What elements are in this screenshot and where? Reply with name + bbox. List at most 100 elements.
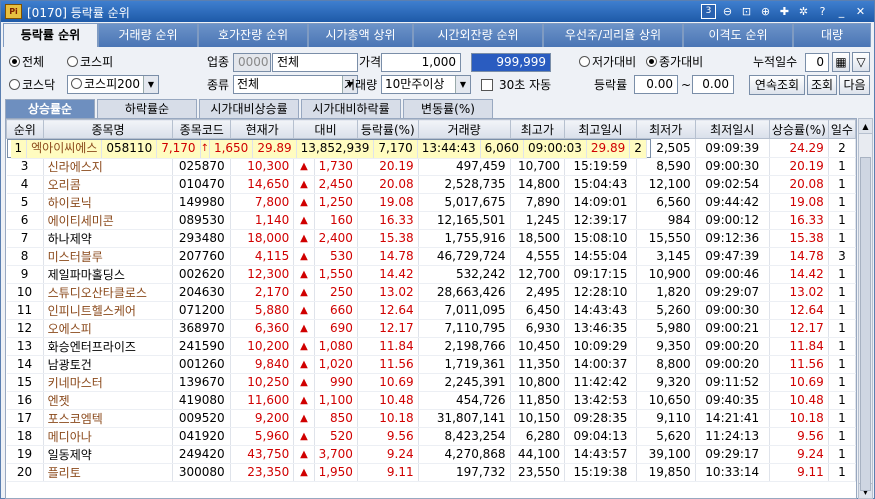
table-row[interactable]: 9 제일파마홀딩스 002620 12,300 ▲ 1,550 14.42 532,242 12… xyxy=(6,265,856,284)
column-header[interactable]: 종목명 xyxy=(42,119,174,139)
table-cell: 12.64 xyxy=(769,301,829,320)
sector-name-input[interactable]: 전체 xyxy=(272,53,358,72)
column-header[interactable]: 등락률(%) xyxy=(356,119,419,139)
table-cell: ▲ xyxy=(293,301,315,320)
table-row[interactable]: 19 일동제약 249420 43,750 ▲ 3,700 9.24 4,270,868 44,… xyxy=(6,445,856,464)
table-cell: 11,350 xyxy=(510,355,566,374)
tab-after-hours[interactable]: 시간외잔량 순위 xyxy=(413,23,543,47)
volume-select[interactable]: 10만주이상 ▼ xyxy=(381,75,471,94)
column-header[interactable]: 최고일시 xyxy=(564,119,637,139)
table-cell: 4,555 xyxy=(510,247,566,266)
column-header[interactable]: 상승률(%) xyxy=(768,119,829,139)
table-cell: 241590 xyxy=(172,337,232,356)
kind-select[interactable]: 전체 ▼ xyxy=(233,75,358,94)
search-button[interactable]: 조회 xyxy=(807,75,837,95)
column-header[interactable]: 종목코드 xyxy=(172,119,232,139)
table-cell: 041920 xyxy=(172,427,232,446)
tab-rate-rank[interactable]: 등락률 순위 xyxy=(3,23,98,47)
next-button[interactable]: 다음 xyxy=(839,75,870,95)
scroll-thumb[interactable] xyxy=(860,157,871,491)
tab-bulk[interactable]: 대량 xyxy=(793,23,871,47)
table-cell: 10,200 xyxy=(230,337,295,356)
table-cell: 7,011,095 xyxy=(418,301,511,320)
auto-refresh-checkbox[interactable]: 30초 자동 xyxy=(481,76,551,94)
table-row[interactable]: 1 엑아이씨에스 058110 7,170 ↑ 1,650 29.89 13,852,939 7… xyxy=(6,139,651,159)
rate-from-input[interactable]: 0.00 xyxy=(634,75,678,94)
fit-icon[interactable]: ⊡ xyxy=(739,4,754,19)
table-cell: 1,730 xyxy=(314,157,358,176)
table-cell: 10,650 xyxy=(636,391,696,410)
continuous-search-button[interactable]: 연속조회 xyxy=(749,75,805,95)
table-cell: 3,700 xyxy=(314,445,358,464)
table-cell: 18,000 xyxy=(230,229,295,248)
tab-disparity[interactable]: 이격도 순위 xyxy=(683,23,793,47)
pin-icon[interactable]: ✚ xyxy=(777,4,792,19)
radio-kospi[interactable]: 코스피 xyxy=(67,53,113,71)
help-icon[interactable]: ? xyxy=(815,4,830,19)
tab-order-rank[interactable]: 호가잔량 순위 xyxy=(198,23,308,47)
minimize-icon[interactable]: _ xyxy=(834,4,849,19)
kospi200-select[interactable]: 코스피200 ▼ xyxy=(67,75,159,94)
scroll-up-icon[interactable]: ▲ xyxy=(859,119,872,134)
zoom-in-icon[interactable]: ⊕ xyxy=(758,4,773,19)
table-row[interactable]: 20 플리토 300080 23,350 ▲ 1,950 9.11 197,732 23,550… xyxy=(6,463,856,482)
table-cell: 2,450 xyxy=(314,175,358,194)
table-row[interactable]: 17 포스코엠텍 009520 9,200 ▲ 850 10.18 31,807,141 10,… xyxy=(6,409,856,428)
tab-preferred[interactable]: 우선주/괴리율 상위 xyxy=(543,23,683,47)
table-row[interactable]: 11 인피니트헬스케어 071200 5,880 ▲ 660 12.64 7,011,095 6… xyxy=(6,301,856,320)
table-row[interactable]: 6 에이티세미콘 089530 1,140 ▲ 160 16.33 12,165,501 1,2… xyxy=(6,211,856,230)
table-row[interactable]: 16 엔젯 419080 11,600 ▲ 1,100 10.48 454,726 11,850… xyxy=(6,391,856,410)
table-row[interactable]: 15 키네마스터 139670 10,250 ▲ 990 10.69 2,245,391 10,… xyxy=(6,373,856,392)
subtab-open-rise[interactable]: 시가대비상승률 xyxy=(199,99,299,118)
table-row[interactable]: 7 하나제약 293480 18,000 ▲ 2,400 15.38 1,755,916 18,… xyxy=(6,229,856,248)
subtab-volatility[interactable]: 변동률(%) xyxy=(403,99,493,118)
tab-volume-rank[interactable]: 거래량 순위 xyxy=(98,23,198,47)
days-input[interactable]: 0 xyxy=(805,53,829,72)
table-cell: 1,650 xyxy=(209,140,254,159)
price-from-input[interactable]: 1,000 xyxy=(381,53,461,72)
price-to-input[interactable]: 999,999 xyxy=(471,53,551,72)
column-header[interactable]: 최고가 xyxy=(509,119,566,139)
table-cell: 12,165,501 xyxy=(418,211,511,230)
radio-all[interactable]: 전체 xyxy=(9,53,44,71)
table-cell: 984 xyxy=(636,211,696,230)
tab-market-cap[interactable]: 시가총액 상위 xyxy=(308,23,413,47)
calendar-icon[interactable]: ▦ xyxy=(832,52,850,72)
screen-number-button[interactable]: 3 xyxy=(701,4,716,19)
column-header[interactable]: 일수 xyxy=(827,119,856,139)
subtab-open-fall[interactable]: 시가대비하락률 xyxy=(301,99,401,118)
table-row[interactable]: 4 오리콤 010470 14,650 ▲ 2,450 20.08 2,528,735 14,8… xyxy=(6,175,856,194)
column-header[interactable]: 최저일시 xyxy=(694,119,770,139)
zoom-out-icon[interactable]: ⊖ xyxy=(720,4,735,19)
radio-kosdaq[interactable]: 코스닥 xyxy=(9,76,55,94)
subtab-rise-rate[interactable]: 상승률순 xyxy=(5,99,95,118)
table-row[interactable]: 14 남광토건 001260 9,840 ▲ 1,020 11.56 1,719,361 11,… xyxy=(6,355,856,374)
subtab-fall-rate[interactable]: 하락률순 xyxy=(97,99,197,118)
filter-icon[interactable]: ▽ xyxy=(852,52,870,72)
table-cell: 1 xyxy=(828,157,856,176)
radio-close-basis[interactable]: 종가대비 xyxy=(646,53,703,71)
table-cell: 09:00:20 xyxy=(695,355,770,374)
close-icon[interactable]: ✕ xyxy=(853,4,868,19)
table-row[interactable]: 18 메디아나 041920 5,960 ▲ 520 9.56 8,423,254 6,280 0… xyxy=(6,427,856,446)
table-row[interactable]: 12 오에스피 368970 6,360 ▲ 690 12.17 7,110,795 6,930… xyxy=(6,319,856,338)
sector-code-input[interactable]: 0000 xyxy=(233,53,271,72)
column-header[interactable]: 최저가 xyxy=(635,119,696,139)
vertical-scrollbar[interactable]: ▲ ▼ xyxy=(858,118,873,499)
column-header[interactable]: 대비 xyxy=(293,119,358,139)
column-header[interactable]: 거래량 xyxy=(417,119,511,139)
table-row[interactable]: 5 하이로닉 149980 7,800 ▲ 1,250 19.08 5,017,675 7,89… xyxy=(6,193,856,212)
column-header[interactable]: 현재가 xyxy=(230,119,295,139)
radio-low-basis[interactable]: 저가대비 xyxy=(579,53,636,71)
table-row[interactable]: 10 스튜디오산타클로스 204630 2,170 ▲ 250 13.02 28,663,42… xyxy=(6,283,856,302)
rate-to-input[interactable]: 0.00 xyxy=(692,75,734,94)
table-cell: 9.11 xyxy=(769,463,829,482)
settings-icon[interactable]: ✲ xyxy=(796,4,811,19)
table-row[interactable]: 8 미스터블루 207760 4,115 ▲ 530 14.78 46,729,724 4,55… xyxy=(6,247,856,266)
table-row[interactable]: 13 화승엔터프라이즈 241590 10,200 ▲ 1,080 11.84 2,198,7… xyxy=(6,337,856,356)
table-cell: ▲ xyxy=(293,247,315,266)
table-cell: 4,115 xyxy=(230,247,295,266)
column-header[interactable]: 순위 xyxy=(6,119,44,139)
table-cell: 19,850 xyxy=(636,463,696,482)
table-row[interactable]: 3 신라에스지 025870 10,300 ▲ 1,730 20.19 497,459 10,7… xyxy=(6,157,856,176)
